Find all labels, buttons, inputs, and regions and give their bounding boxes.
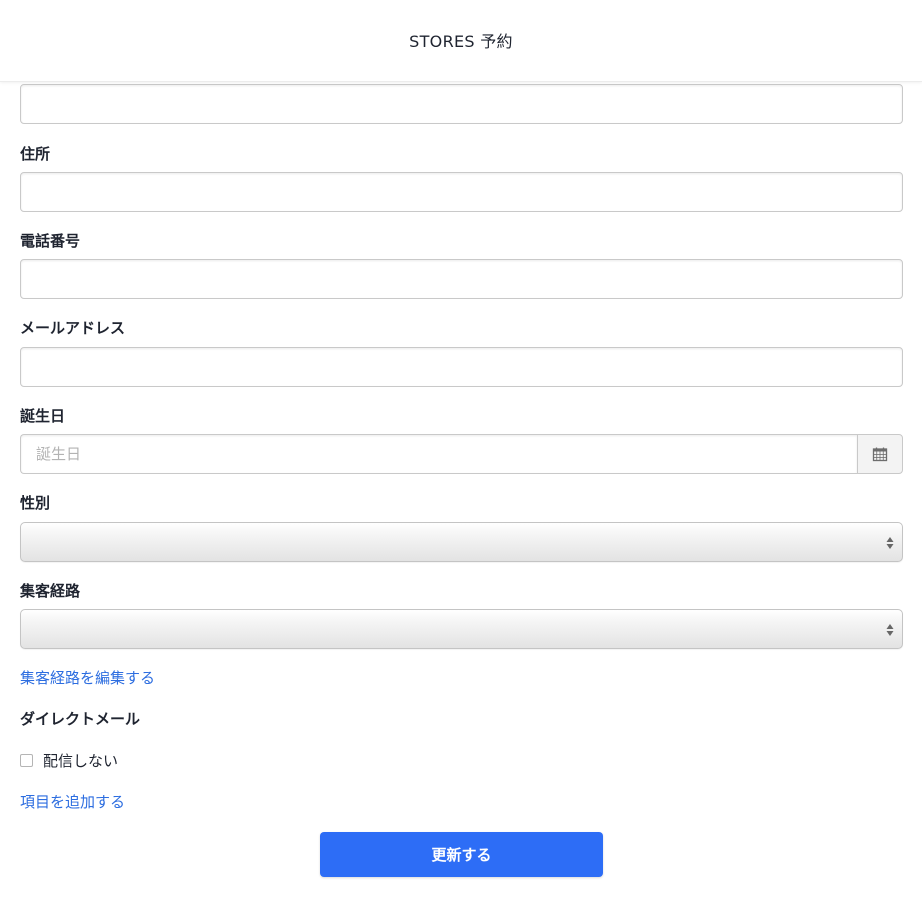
birthday-input[interactable] bbox=[20, 434, 857, 474]
chevron-updown-icon bbox=[886, 624, 894, 636]
email-input[interactable] bbox=[20, 347, 903, 387]
add-item-link[interactable]: 項目を追加する bbox=[20, 792, 125, 812]
no-delivery-checkbox[interactable] bbox=[20, 753, 33, 767]
phone-label: 電話番号 bbox=[20, 232, 81, 250]
edit-channel-link[interactable]: 集客経路を編集する bbox=[20, 668, 155, 688]
channel-select[interactable] bbox=[20, 609, 903, 649]
calendar-button[interactable] bbox=[857, 434, 903, 474]
phone-input[interactable] bbox=[20, 259, 903, 299]
email-label: メールアドレス bbox=[20, 319, 126, 337]
direct-mail-label: ダイレクトメール bbox=[20, 710, 141, 728]
no-delivery-label: 配信しない bbox=[43, 751, 119, 770]
chevron-updown-icon bbox=[886, 537, 894, 549]
submit-button[interactable]: 更新する bbox=[320, 832, 603, 877]
top-text-input[interactable] bbox=[20, 84, 903, 124]
calendar-icon bbox=[872, 447, 888, 462]
channel-label: 集客経路 bbox=[20, 582, 81, 600]
address-label: 住所 bbox=[20, 145, 51, 163]
app-title: STORES 予約 bbox=[409, 31, 513, 51]
gender-select[interactable] bbox=[20, 522, 903, 562]
birthday-label: 誕生日 bbox=[20, 407, 66, 425]
birthday-field bbox=[20, 434, 903, 474]
gender-label: 性別 bbox=[20, 494, 51, 512]
address-input[interactable] bbox=[20, 172, 903, 212]
app-header: STORES 予約 bbox=[0, 0, 922, 82]
no-delivery-option[interactable]: 配信しない bbox=[20, 750, 118, 770]
